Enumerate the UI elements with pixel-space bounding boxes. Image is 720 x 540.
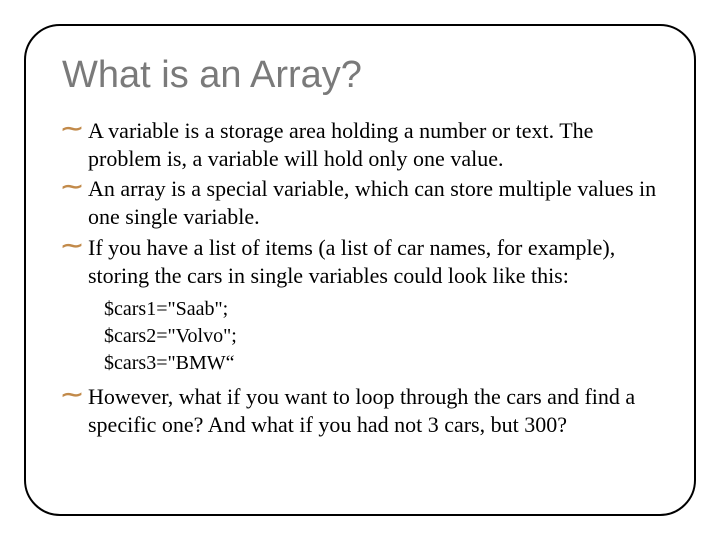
bullet-text: A variable is a storage area holding a n… bbox=[88, 118, 593, 171]
bullet-item: ⁓ However, what if you want to loop thro… bbox=[62, 383, 658, 439]
bullet-text: If you have a list of items (a list of c… bbox=[88, 235, 615, 288]
slide-frame: What is an Array? ⁓ A variable is a stor… bbox=[24, 24, 696, 516]
slide-body: ⁓ A variable is a storage area holding a… bbox=[62, 117, 658, 439]
bullet-icon: ⁓ bbox=[62, 119, 82, 139]
bullet-item: ⁓ If you have a list of items (a list of… bbox=[62, 234, 658, 290]
code-block: $cars1="Saab"; $cars2="Volvo"; $cars3="B… bbox=[62, 296, 658, 377]
code-line: $cars2="Volvo"; bbox=[104, 323, 658, 350]
slide-title: What is an Array? bbox=[62, 54, 658, 97]
bullet-text: However, what if you want to loop throug… bbox=[88, 384, 635, 437]
bullet-item: ⁓ An array is a special variable, which … bbox=[62, 175, 658, 231]
bullet-item: ⁓ A variable is a storage area holding a… bbox=[62, 117, 658, 173]
code-line: $cars3="BMW“ bbox=[104, 350, 658, 377]
bullet-icon: ⁓ bbox=[62, 177, 82, 197]
bullet-icon: ⁓ bbox=[62, 385, 82, 405]
bullet-text: An array is a special variable, which ca… bbox=[88, 176, 656, 229]
code-line: $cars1="Saab"; bbox=[104, 296, 658, 323]
bullet-icon: ⁓ bbox=[62, 236, 82, 256]
